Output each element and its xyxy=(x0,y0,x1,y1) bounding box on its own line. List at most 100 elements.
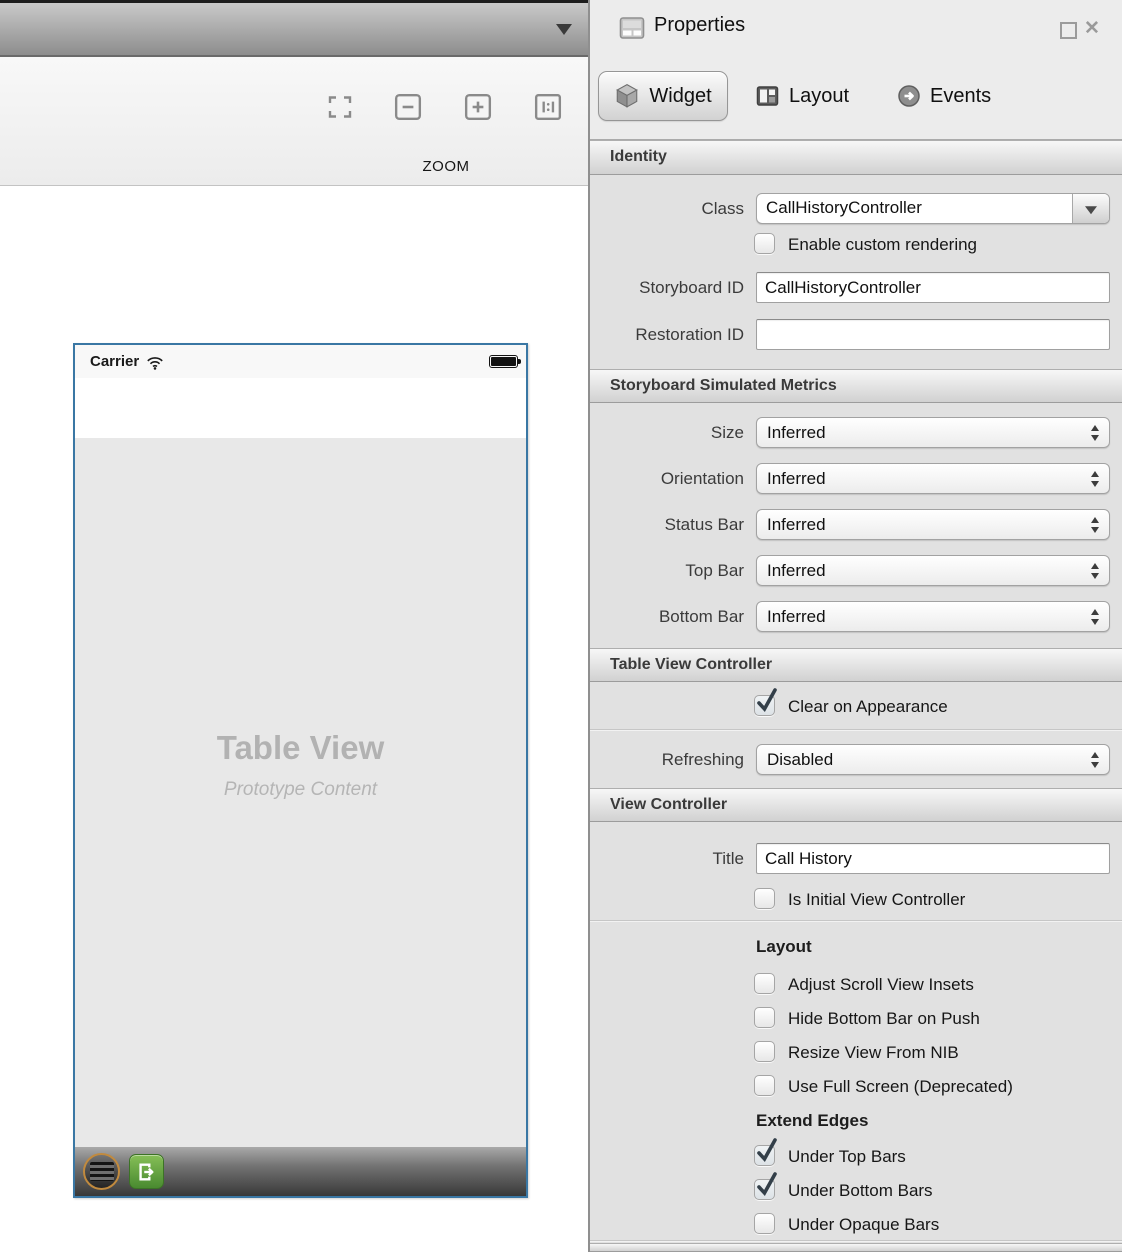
orientation-value: Inferred xyxy=(767,469,826,488)
section-header-next-clipped xyxy=(590,1243,1122,1252)
editor-header-bar xyxy=(0,0,588,57)
is-initial-view-controller-checkbox[interactable] xyxy=(754,888,775,909)
section-header-view-controller: View Controller xyxy=(590,788,1122,822)
storyboard-id-field[interactable] xyxy=(756,272,1110,303)
orientation-label: Orientation xyxy=(590,468,744,489)
under-bottom-bars-label: Under Bottom Bars xyxy=(788,1180,933,1201)
under-opaque-bars-checkbox[interactable] xyxy=(754,1213,775,1234)
extend-edges-heading: Extend Edges xyxy=(756,1110,868,1132)
combo-dropdown-button[interactable] xyxy=(1072,194,1109,223)
exit-arrow-glyph xyxy=(136,1161,158,1183)
section-header-table-view-controller: Table View Controller xyxy=(590,648,1122,682)
stepper-icon xyxy=(1091,752,1100,768)
storyboard-id-label: Storyboard ID xyxy=(590,277,744,298)
tab-events-label: Events xyxy=(930,85,991,108)
class-combobox[interactable]: CallHistoryController xyxy=(756,193,1110,224)
size-popup[interactable]: Inferred xyxy=(756,417,1110,448)
stepper-icon xyxy=(1091,563,1100,579)
carrier-label: Carrier xyxy=(90,353,139,370)
panel-title: Properties xyxy=(654,14,745,37)
bottom-bar-value: Inferred xyxy=(767,607,826,626)
exit-segue-icon[interactable] xyxy=(129,1154,164,1189)
hide-bottom-bar-on-push-checkbox[interactable] xyxy=(754,1007,775,1028)
section-header-metrics: Storyboard Simulated Metrics xyxy=(590,369,1122,403)
tab-events[interactable]: Events xyxy=(897,78,991,114)
properties-panel-icon xyxy=(619,16,645,40)
zoom-out-button[interactable] xyxy=(394,93,422,121)
resize-view-from-nib-checkbox[interactable] xyxy=(754,1041,775,1062)
properties-panel: Properties ✕ Widget Layout xyxy=(588,0,1122,1252)
use-full-screen-label: Use Full Screen (Deprecated) xyxy=(788,1076,1013,1097)
top-bar-value: Inferred xyxy=(767,561,826,580)
stepper-icon xyxy=(1091,471,1100,487)
under-opaque-bars-label: Under Opaque Bars xyxy=(788,1214,939,1235)
orientation-popup[interactable]: Inferred xyxy=(756,463,1110,494)
zoom-out-icon xyxy=(394,93,422,121)
clear-on-appearance-label: Clear on Appearance xyxy=(788,696,948,717)
refreshing-popup[interactable]: Disabled xyxy=(756,744,1110,775)
status-bar-popup[interactable]: Inferred xyxy=(756,509,1110,540)
status-bar-label: Status Bar xyxy=(590,514,744,535)
restoration-id-field[interactable] xyxy=(756,319,1110,350)
chevron-down-icon[interactable] xyxy=(556,24,572,35)
class-label: Class xyxy=(590,198,744,219)
enable-custom-rendering-checkbox[interactable] xyxy=(754,233,775,254)
top-bar-label: Top Bar xyxy=(590,560,744,581)
resize-view-from-nib-label: Resize View From NIB xyxy=(788,1042,959,1063)
table-rows-glyph xyxy=(90,1162,114,1181)
zoom-actual-size-button[interactable] xyxy=(534,93,562,121)
title-label: Title xyxy=(590,848,744,869)
tab-widget[interactable]: Widget xyxy=(598,71,728,121)
under-top-bars-checkbox[interactable] xyxy=(754,1145,775,1166)
bottom-bar-popup[interactable]: Inferred xyxy=(756,601,1110,632)
one-to-one-icon xyxy=(534,93,562,121)
canvas-pane: ZOOM Carrier Table View xyxy=(0,0,588,1252)
layout-panes-icon xyxy=(755,84,780,108)
designer-window: ZOOM Carrier Table View xyxy=(0,0,1122,1252)
section-header-label: View Controller xyxy=(610,789,727,820)
wifi-icon xyxy=(146,355,164,370)
tab-layout[interactable]: Layout xyxy=(755,78,849,114)
design-canvas[interactable]: Carrier Table View Prototype Content xyxy=(0,186,588,1252)
zoom-in-button[interactable] xyxy=(464,93,492,121)
status-bar-value: Inferred xyxy=(767,515,826,534)
zoom-fit-button[interactable] xyxy=(326,93,354,121)
layout-group-heading: Layout xyxy=(756,936,812,958)
tab-widget-label: Widget xyxy=(649,85,711,108)
view-controller-canvas[interactable]: Carrier Table View Prototype Content xyxy=(73,343,528,1198)
status-bar: Carrier xyxy=(75,345,526,378)
size-value: Inferred xyxy=(767,423,826,442)
hide-bottom-bar-on-push-label: Hide Bottom Bar on Push xyxy=(788,1008,980,1029)
class-value: CallHistoryController xyxy=(766,198,922,218)
section-header-identity: Identity xyxy=(590,140,1122,175)
close-icon[interactable]: ✕ xyxy=(1084,17,1100,40)
zoom-toolbar-label: ZOOM xyxy=(398,158,494,175)
view-controller-dock xyxy=(75,1147,526,1196)
is-initial-view-controller-label: Is Initial View Controller xyxy=(788,889,965,910)
under-top-bars-label: Under Top Bars xyxy=(788,1146,906,1167)
refreshing-value: Disabled xyxy=(767,750,833,769)
stepper-icon xyxy=(1091,609,1100,625)
section-divider xyxy=(590,729,1122,731)
table-view-controller-icon[interactable] xyxy=(83,1153,120,1190)
title-field[interactable] xyxy=(756,843,1110,874)
top-bar-popup[interactable]: Inferred xyxy=(756,555,1110,586)
zoom-in-icon xyxy=(464,93,492,121)
adjust-scroll-view-insets-checkbox[interactable] xyxy=(754,973,775,994)
zoom-toolbar xyxy=(0,57,588,186)
zoom-fit-icon xyxy=(326,93,354,121)
under-bottom-bars-checkbox[interactable] xyxy=(754,1179,775,1200)
clear-on-appearance-checkbox[interactable] xyxy=(754,695,775,716)
float-panel-icon[interactable] xyxy=(1060,22,1077,39)
section-header-label: Table View Controller xyxy=(610,649,772,680)
section-divider xyxy=(590,1240,1122,1242)
bottom-bar-label: Bottom Bar xyxy=(590,606,744,627)
section-divider xyxy=(590,920,1122,922)
battery-icon xyxy=(489,355,518,368)
tab-layout-label: Layout xyxy=(789,85,849,108)
enable-custom-rendering-label: Enable custom rendering xyxy=(788,234,977,255)
stepper-icon xyxy=(1091,425,1100,441)
table-view-placeholder-subtitle: Prototype Content xyxy=(75,779,526,801)
use-full-screen-checkbox[interactable] xyxy=(754,1075,775,1096)
section-header-label: Identity xyxy=(610,141,667,172)
